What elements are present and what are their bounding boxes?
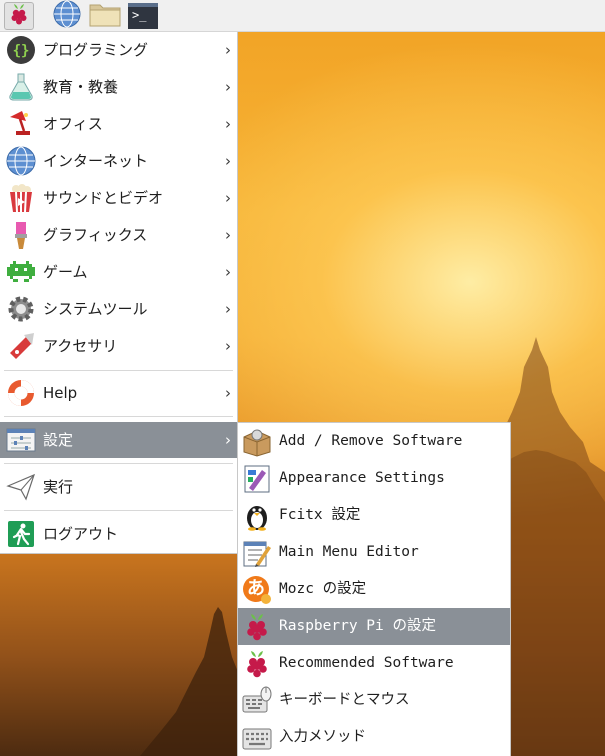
settings-icon [6, 425, 36, 455]
office-icon [6, 109, 36, 139]
applications-menu: {} プログラミング › 教育・教養 › オフィス › インターネット › サウ… [0, 32, 238, 554]
keyboard-icon [242, 723, 272, 753]
chevron-right-icon: › [225, 189, 231, 207]
menu-item-games[interactable]: ゲーム › [0, 254, 237, 290]
menu-separator [4, 463, 233, 464]
chevron-right-icon: › [225, 226, 231, 244]
package-icon [242, 427, 272, 457]
submenu-item-label: Fcitx 設定 [279, 507, 361, 523]
submenu-item-main-menu-editor[interactable]: Main Menu Editor [238, 534, 510, 571]
submenu-item-recommended-software[interactable]: Recommended Software [238, 645, 510, 682]
menu-separator [4, 370, 233, 371]
chevron-right-icon: › [225, 431, 231, 449]
raspberry-icon [242, 649, 272, 679]
chevron-right-icon: › [225, 41, 231, 59]
settings-submenu: Add / Remove Software Appearance Setting… [237, 422, 511, 756]
menu-item-label: オフィス [43, 115, 103, 133]
menu-item-education[interactable]: 教育・教養 › [0, 69, 237, 105]
sound-video-icon [6, 183, 36, 213]
top-panel: >_ [0, 0, 605, 32]
run-icon [6, 472, 36, 502]
submenu-item-label: Mozc の設定 [279, 581, 367, 597]
chevron-right-icon: › [225, 263, 231, 281]
graphics-icon [6, 220, 36, 250]
applications-menu-button[interactable] [4, 2, 34, 30]
penguin-icon [242, 501, 272, 531]
accessories-icon [6, 331, 36, 361]
games-icon [6, 257, 36, 287]
mozc-icon: あ [242, 575, 272, 605]
menu-item-help[interactable]: Help › [0, 375, 237, 411]
logout-icon [6, 519, 36, 549]
submenu-item-appearance-settings[interactable]: Appearance Settings [238, 460, 510, 497]
keyboard-mouse-icon [242, 686, 272, 716]
chevron-right-icon: › [225, 384, 231, 402]
menu-item-programming[interactable]: {} プログラミング › [0, 32, 237, 68]
submenu-item-label: Main Menu Editor [279, 544, 419, 560]
menu-item-system-tools[interactable]: システムツール › [0, 291, 237, 327]
menu-item-label: ゲーム [43, 263, 88, 281]
submenu-item-label: Recommended Software [279, 655, 454, 671]
file-manager-icon [89, 1, 121, 31]
menu-item-label: システムツール [43, 300, 148, 318]
menu-separator [4, 416, 233, 417]
menu-item-label: アクセサリ [43, 337, 118, 355]
chevron-right-icon: › [225, 152, 231, 170]
chevron-right-icon: › [225, 115, 231, 133]
menu-item-label: サウンドとビデオ [43, 189, 164, 207]
programming-icon: {} [6, 35, 36, 65]
menu-item-office[interactable]: オフィス › [0, 106, 237, 142]
submenu-item-add-remove-software[interactable]: Add / Remove Software [238, 423, 510, 460]
submenu-item-label: Add / Remove Software [279, 433, 463, 449]
menu-item-label: プログラミング [43, 41, 149, 59]
file-manager-button[interactable] [89, 1, 121, 31]
chevron-right-icon: › [225, 78, 231, 96]
menu-item-label: Help [43, 384, 78, 402]
submenu-item-keyboard-mouse[interactable]: キーボードとマウス [238, 682, 510, 719]
menu-item-label: 設定 [43, 431, 74, 449]
submenu-item-input-method[interactable]: 入力メソッド [238, 719, 510, 756]
system-tools-icon [6, 294, 36, 324]
menu-item-label: 実行 [43, 478, 74, 496]
internet-icon [6, 146, 36, 176]
menu-item-accessories[interactable]: アクセサリ › [0, 328, 237, 364]
terminal-button[interactable]: >_ [128, 2, 158, 30]
submenu-item-label: 入力メソッド [279, 729, 366, 745]
menu-separator [4, 510, 233, 511]
web-browser-icon [53, 0, 81, 32]
submenu-item-label: Appearance Settings [279, 470, 445, 486]
education-icon [6, 72, 36, 102]
menu-item-label: グラフィックス [43, 226, 148, 244]
menu-item-run[interactable]: 実行 [0, 469, 237, 505]
menu-item-label: ログアウト [43, 525, 119, 543]
appearance-icon [242, 464, 272, 494]
web-browser-button[interactable] [52, 0, 82, 32]
submenu-item-label: キーボードとマウス [279, 692, 410, 708]
submenu-item-label: Raspberry Pi の設定 [279, 618, 436, 634]
chevron-right-icon: › [225, 300, 231, 318]
menu-item-sound-video[interactable]: サウンドとビデオ › [0, 180, 237, 216]
help-icon [6, 378, 36, 408]
raspberry-icon [8, 2, 30, 30]
menu-item-logout[interactable]: ログアウト [0, 516, 237, 552]
raspberry-icon [242, 612, 272, 642]
menu-editor-icon [242, 538, 272, 568]
svg-text:{}: {} [13, 43, 30, 59]
menu-item-graphics[interactable]: グラフィックス › [0, 217, 237, 253]
terminal-icon: >_ [128, 3, 158, 29]
menu-item-label: 教育・教養 [43, 78, 119, 96]
menu-item-label: インターネット [43, 152, 149, 170]
chevron-right-icon: › [225, 337, 231, 355]
submenu-item-raspberry-pi-configuration[interactable]: Raspberry Pi の設定 [238, 608, 510, 645]
menu-item-settings[interactable]: 設定 › [0, 422, 237, 458]
submenu-item-mozc-settings[interactable]: あ Mozc の設定 [238, 571, 510, 608]
submenu-item-fcitx-settings[interactable]: Fcitx 設定 [238, 497, 510, 534]
menu-item-internet[interactable]: インターネット › [0, 143, 237, 179]
